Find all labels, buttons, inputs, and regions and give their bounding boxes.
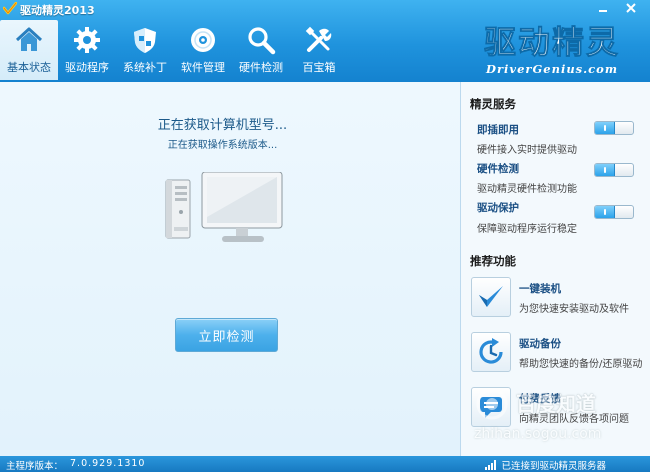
feature-desc: 为您快速安装驱动及软件 [519, 304, 629, 315]
checkmark-icon[interactable] [471, 277, 511, 317]
tab-driver-programs[interactable]: 驱动程序 [58, 20, 116, 80]
toggle-plug-play[interactable] [594, 121, 634, 135]
magnifier-icon [244, 23, 278, 57]
backup-icon[interactable] [471, 332, 511, 372]
toggle-driver-protect[interactable] [594, 205, 634, 219]
feature-name-driver-backup[interactable]: 驱动备份 [519, 336, 561, 351]
feedback-icon[interactable] [471, 387, 511, 427]
tab-label: 基本状态 [7, 61, 51, 74]
version-value: 7.0.929.1310 [70, 458, 146, 469]
disc-icon [186, 23, 220, 57]
tab-basic-status[interactable]: 基本状态 [0, 20, 58, 80]
toggle-hardware-detect[interactable] [594, 163, 634, 177]
connection-status: 已连接到驱动精灵服务器 [485, 458, 606, 472]
service-desc: 驱动精灵硬件检测功能 [477, 184, 577, 195]
service-name-driver-protect: 驱动保护 [477, 202, 519, 214]
feature-desc: 向精灵团队反馈各项问题 [519, 414, 629, 425]
shield-icon [128, 23, 162, 57]
feature-name-feedback[interactable]: 付费反馈 [519, 391, 561, 406]
tab-label: 驱动程序 [65, 61, 109, 74]
gear-icon [70, 23, 104, 57]
window-title: 驱动精灵2013 [20, 4, 95, 17]
service-name-plug-play: 即插即用 [477, 124, 519, 136]
tab-label: 软件管理 [181, 61, 225, 74]
brand-url: DriverGenius.com [486, 62, 619, 76]
top-bar: 驱动精灵2013 基本状态 驱动程序 系统补丁 软件管理 硬件检测 百宝箱 驱动… [0, 0, 650, 82]
service-desc: 保障驱动程序运行稳定 [477, 224, 577, 235]
tab-toolbox[interactable]: 百宝箱 [290, 20, 348, 80]
features-heading: 推荐功能 [470, 254, 516, 268]
tools-icon [302, 23, 336, 57]
version-label: 主程序版本： [6, 461, 64, 472]
status-message: 正在获取计算机型号... [157, 118, 288, 133]
main-toolbar: 基本状态 驱动程序 系统补丁 软件管理 硬件检测 百宝箱 [0, 20, 348, 80]
app-window: 驱动精灵2013 基本状态 驱动程序 系统补丁 软件管理 硬件检测 百宝箱 驱动… [0, 0, 650, 472]
tab-label: 硬件检测 [239, 61, 283, 74]
tab-hardware-detect[interactable]: 硬件检测 [232, 20, 290, 80]
feature-desc: 帮助您快速的备份/还原驱动 [519, 359, 643, 370]
tab-label: 百宝箱 [302, 61, 336, 74]
tab-system-patch[interactable]: 系统补丁 [116, 20, 174, 80]
main-panel: 正在获取计算机型号... 正在获取操作系统版本... 立即检测 [0, 82, 460, 456]
feature-name-one-click-install[interactable]: 一键装机 [519, 281, 561, 296]
computer-illustration [165, 172, 283, 242]
service-name-hardware-detect: 硬件检测 [477, 163, 519, 175]
tab-label: 系统补丁 [123, 61, 167, 74]
tab-software-manage[interactable]: 软件管理 [174, 20, 232, 80]
brand-logo: 驱动精灵 [484, 23, 620, 60]
brand-area: 驱动精灵 DriverGenius.com [478, 22, 638, 78]
services-heading: 精灵服务 [470, 97, 516, 111]
side-panel: 精灵服务 即插即用 硬件接入实时提供驱动 硬件检测 驱动精灵硬件检测功能 驱动保… [460, 82, 650, 456]
app-logo-icon [3, 2, 17, 15]
minimize-icon[interactable] [590, 0, 616, 16]
brand-logo-text: 驱动精灵 [484, 23, 620, 60]
service-desc: 硬件接入实时提供驱动 [477, 145, 577, 156]
close-icon[interactable] [616, 0, 646, 16]
home-icon [12, 23, 46, 57]
title-bar: 驱动精灵2013 [0, 0, 650, 18]
signal-icon [485, 460, 497, 470]
detect-now-button[interactable]: 立即检测 [175, 318, 278, 352]
status-submessage: 正在获取操作系统版本... [167, 140, 278, 151]
connection-text: 已连接到驱动精灵服务器 [501, 461, 606, 472]
status-bar: 主程序版本： 7.0.929.1310 已连接到驱动精灵服务器 [0, 456, 650, 472]
window-controls [590, 0, 646, 16]
